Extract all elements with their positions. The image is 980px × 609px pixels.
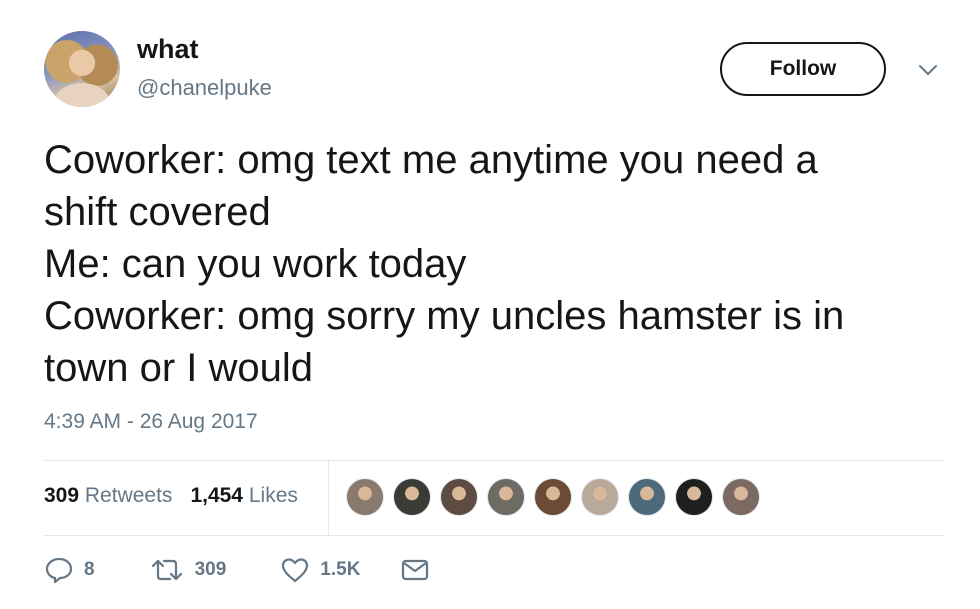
tweet-line: town or I would — [44, 346, 314, 390]
retweet-button[interactable]: 309 — [149, 556, 227, 584]
chevron-down-icon[interactable] — [916, 60, 940, 80]
follow-button[interactable]: Follow — [720, 42, 886, 96]
likes-label: Likes — [248, 484, 298, 507]
liker-avatar[interactable] — [393, 478, 431, 516]
liker-avatar[interactable] — [346, 478, 384, 516]
reply-icon — [44, 556, 74, 584]
like-count: 1.5K — [320, 559, 361, 580]
stats-vertical-divider — [328, 460, 329, 535]
heart-icon — [280, 556, 310, 584]
liker-avatar[interactable] — [534, 478, 572, 516]
retweets-stat[interactable]: 309 Retweets — [44, 484, 172, 508]
likes-count: 1,454 — [190, 484, 243, 507]
tweet-stats: 309 Retweets 1,454 Likes — [44, 484, 298, 508]
tweet-line: Coworker: omg sorry my uncles hamster is… — [44, 294, 845, 338]
tweet-line: shift covered — [44, 190, 271, 234]
liker-avatar[interactable] — [487, 478, 525, 516]
tweet-text: Coworker: omg text me anytime you need a… — [44, 134, 964, 394]
liker-avatar[interactable] — [581, 478, 619, 516]
like-button[interactable]: 1.5K — [280, 556, 360, 584]
tweet-line: Coworker: omg text me anytime you need a — [44, 138, 818, 182]
divider — [44, 535, 944, 536]
retweets-label: Retweets — [84, 484, 173, 507]
liker-avatar[interactable] — [628, 478, 666, 516]
likes-stat[interactable]: 1,454 Likes — [190, 484, 297, 508]
retweet-icon — [149, 556, 185, 584]
retweets-count: 309 — [44, 484, 80, 507]
liker-avatars — [346, 478, 769, 516]
tweet-line: Me: can you work today — [44, 242, 467, 286]
tweet-timestamp[interactable]: 4:39 AM - 26 Aug 2017 — [44, 410, 258, 434]
liker-avatar[interactable] — [440, 478, 478, 516]
liker-avatar[interactable] — [722, 478, 760, 516]
tweet-actions: 8 309 1.5K — [44, 556, 430, 584]
display-name[interactable]: what — [137, 34, 199, 65]
user-handle[interactable]: @chanelpuke — [137, 75, 272, 101]
avatar-shoulders — [54, 83, 110, 107]
direct-message-button[interactable] — [400, 556, 430, 584]
reply-button[interactable]: 8 — [44, 556, 95, 584]
liker-avatar[interactable] — [675, 478, 713, 516]
retweet-count: 309 — [194, 559, 227, 580]
reply-count: 8 — [84, 559, 95, 580]
divider — [44, 460, 944, 461]
envelope-icon — [400, 556, 430, 584]
avatar[interactable] — [44, 31, 120, 107]
